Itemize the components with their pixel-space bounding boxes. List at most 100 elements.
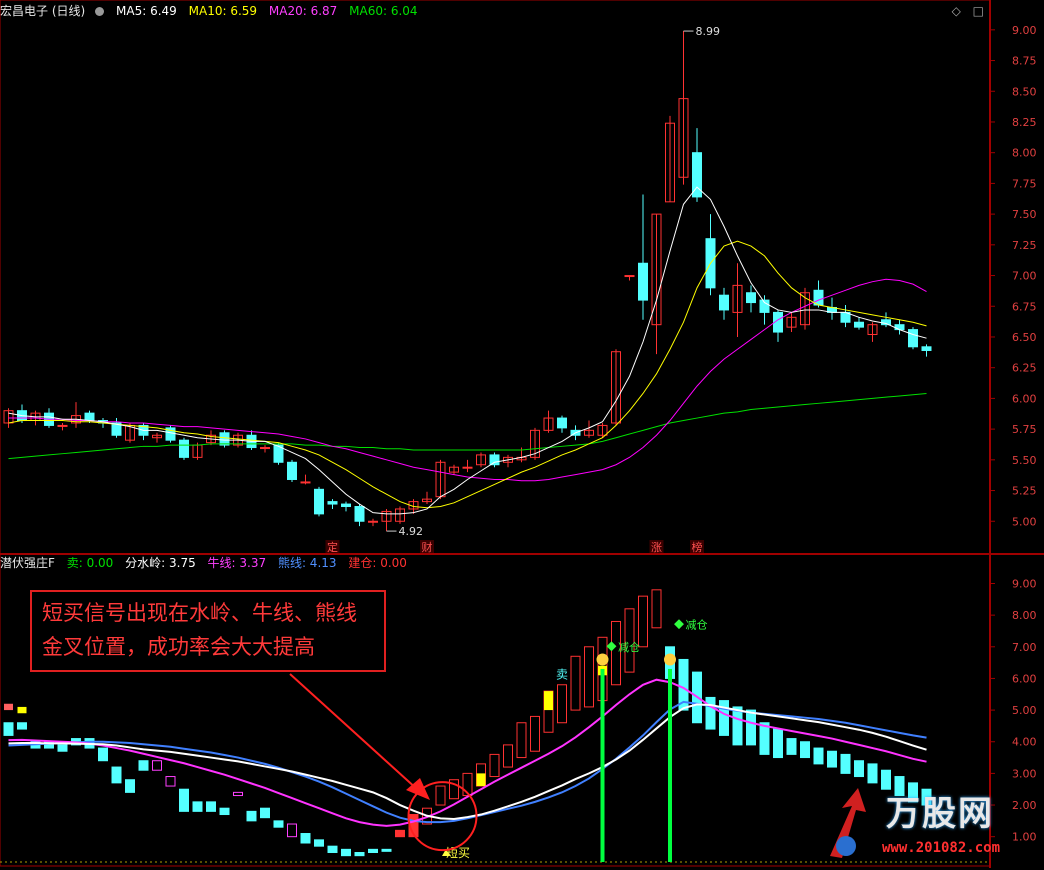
indicator-bar xyxy=(732,706,743,746)
build-value: 建仓: 0.00 xyxy=(348,556,407,570)
price-tick-label: 8.25 xyxy=(1012,116,1037,129)
indicator-bar xyxy=(395,829,405,838)
price-tick-label: 5.00 xyxy=(1012,515,1037,528)
indicator-bar xyxy=(111,766,122,784)
price-tick-label: 7.00 xyxy=(1012,270,1037,283)
indicator-bar xyxy=(192,801,203,812)
stock-chart[interactable]: 5.00 5.25 5.50 5.75 6.00 6.25 6.50 6.75 7.00 7.25… xyxy=(0,0,1044,868)
indicator-tick-label: 4.00 xyxy=(1012,736,1037,749)
highlight-bar xyxy=(4,703,13,711)
main-chart-header: 宏昌电子 (日线) MA5: 6.49 MA10: 6.59 MA20: 6.8… xyxy=(0,2,426,20)
candle-body xyxy=(746,292,756,304)
indicator-bar xyxy=(287,823,297,838)
price-tick-label: 8.50 xyxy=(1012,85,1037,98)
candle-body xyxy=(219,432,230,446)
indicator-bar xyxy=(152,760,162,771)
main-pane-frame xyxy=(0,0,991,555)
event-mark: 涨 xyxy=(651,541,662,554)
indicator-bar xyxy=(800,741,810,759)
signal-column xyxy=(668,668,672,862)
indicator-bar xyxy=(3,722,14,736)
candle-body xyxy=(638,262,648,301)
indicator-bar xyxy=(503,744,513,768)
indicator-bar xyxy=(840,753,851,774)
logo-url: www.201082.com xyxy=(882,840,1001,856)
indicator-bar xyxy=(813,747,824,765)
event-mark: 财 xyxy=(422,540,433,554)
candle-body xyxy=(462,466,473,469)
window-controls: ◇ □ xyxy=(952,4,984,18)
diamond-icon[interactable]: ◇ xyxy=(952,4,961,18)
indicator-bar xyxy=(260,807,270,819)
indicator-bar xyxy=(314,839,324,847)
indicator-bar xyxy=(867,763,878,784)
indicator-bar xyxy=(530,715,540,752)
high-price-label: 8.99 xyxy=(696,25,721,38)
candle-body xyxy=(341,503,351,508)
indicator-header: 潜伏强庄F 卖: 0.00 分水岭: 3.75 牛线: 3.37 熊线: 4.1… xyxy=(0,554,415,572)
indicator-bar xyxy=(125,779,135,793)
indicator-bar xyxy=(827,750,837,768)
sell-value: 卖: 0.00 xyxy=(66,556,114,570)
candle-body xyxy=(908,329,918,348)
indicator-bar xyxy=(165,776,176,787)
candle-body xyxy=(287,461,297,480)
signal-column xyxy=(600,668,605,862)
indicator-bar xyxy=(489,753,500,778)
candle-body xyxy=(894,324,905,331)
event-mark: 定 xyxy=(327,540,338,554)
candle-body xyxy=(719,294,729,311)
price-tick-label: 7.25 xyxy=(1012,239,1037,252)
indicator-bar xyxy=(273,820,284,828)
indicator-bar xyxy=(300,833,311,844)
highlight-bar xyxy=(544,691,553,711)
candle-body xyxy=(327,501,338,505)
indicator-bar xyxy=(584,646,594,708)
indicator-bar xyxy=(57,744,68,752)
logo-arrow-icon xyxy=(830,788,866,858)
low-price-label: 4.92 xyxy=(399,525,424,538)
ma20-value: MA20: 6.87 xyxy=(268,4,338,18)
bear-value: 熊线: 4.13 xyxy=(277,556,337,570)
indicator-bar xyxy=(327,845,338,854)
indicator-bar xyxy=(557,684,567,724)
diamond-icon xyxy=(606,641,617,652)
indicator-bar xyxy=(854,760,864,778)
highlight-bar xyxy=(17,706,27,714)
indicator-bar xyxy=(638,595,648,648)
price-tick-label: 7.50 xyxy=(1012,208,1037,221)
money-bag-icon xyxy=(664,653,676,666)
indicator-tick-label: 8.00 xyxy=(1012,609,1037,622)
indicator-bar xyxy=(341,848,351,857)
indicator-bar xyxy=(206,801,216,812)
square-icon[interactable]: □ xyxy=(973,4,984,18)
candle-body xyxy=(354,506,365,522)
short-buy-label: 短买 xyxy=(446,846,470,860)
diamond-icon xyxy=(674,619,684,630)
indicator-tick-label: 5.00 xyxy=(1012,704,1037,717)
candle-body xyxy=(179,439,189,458)
money-bag-icon xyxy=(596,653,609,666)
sell-label: 卖 xyxy=(556,667,568,681)
watershed-value: 分水岭: 3.75 xyxy=(125,556,196,570)
price-tick-label: 5.50 xyxy=(1012,454,1037,467)
candle-body xyxy=(260,447,270,450)
price-tick-label: 5.25 xyxy=(1012,485,1037,498)
indicator-tick-label: 9.00 xyxy=(1012,577,1037,590)
indicator-tick-label: 7.00 xyxy=(1012,641,1037,654)
candle-body xyxy=(624,275,635,278)
indicator-bar xyxy=(233,791,243,797)
price-tick-label: 6.25 xyxy=(1012,362,1037,375)
candle-body xyxy=(854,321,864,328)
indicator-bar xyxy=(354,852,365,857)
indicator-bar xyxy=(570,655,581,711)
indicator-title[interactable]: 潜伏强庄F xyxy=(0,556,55,570)
indicator-bar xyxy=(746,709,756,746)
stock-title[interactable]: 宏昌电子 (日线) xyxy=(0,4,85,18)
candle-body xyxy=(368,520,378,523)
indicator-bar xyxy=(138,760,149,771)
candle-body xyxy=(84,412,95,422)
price-tick-label: 5.75 xyxy=(1012,423,1037,436)
settings-icon[interactable] xyxy=(95,7,105,16)
indicator-bar xyxy=(435,785,446,806)
